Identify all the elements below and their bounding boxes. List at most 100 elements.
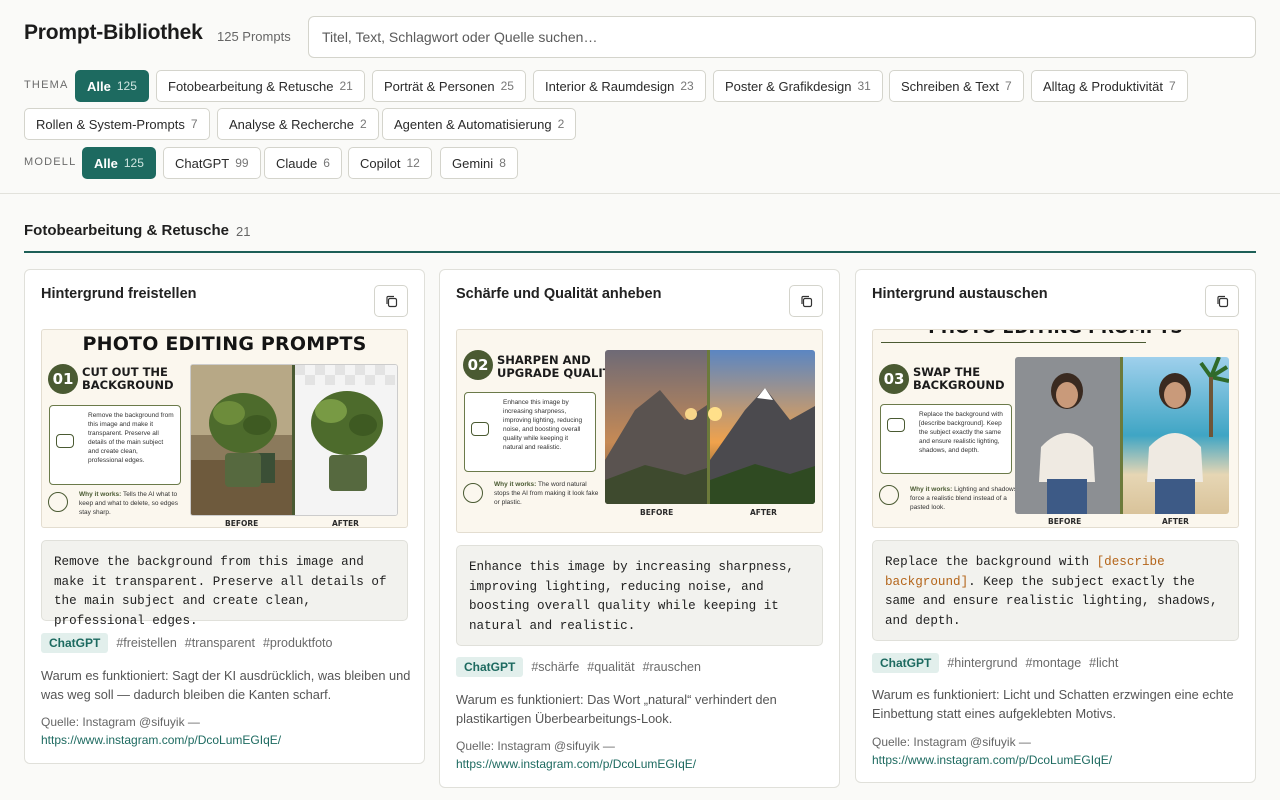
prompt-text[interactable]: Remove the background from this image an…	[41, 540, 408, 628]
chip-label: Analyse & Recherche	[229, 116, 355, 132]
tag[interactable]: #produktfoto	[263, 636, 333, 650]
step-title: CUT OUT THE BACKGROUND	[82, 366, 174, 392]
tag[interactable]: #freistellen	[116, 636, 176, 650]
theme-chip-alltag[interactable]: Alltag & Produktivität 7	[1031, 70, 1188, 102]
tag-row: ChatGPT #hintergrund #montage #licht	[872, 653, 1118, 673]
theme-chip-poster[interactable]: Poster & Grafikdesign 31	[713, 70, 883, 102]
chip-count: 2	[557, 117, 565, 131]
source-label: Quelle: Instagram @sifuyik —	[41, 715, 200, 729]
prompt-text[interactable]: Enhance this image by increasing sharpne…	[456, 545, 823, 646]
chip-count: 2	[360, 117, 367, 131]
chip-label: Claude	[276, 155, 318, 171]
page-title: Prompt-Bibliothek	[24, 21, 203, 44]
model-chip-gemini[interactable]: Gemini 8	[440, 147, 518, 179]
theme-chip-agenten[interactable]: Agenten & Automatisierung 2	[382, 108, 577, 140]
example-thumbnail: PHOTO EDITING PROMPTS 03 SWAP THEBACKGRO…	[872, 329, 1239, 528]
step-title-line: BACKGROUND	[913, 378, 1005, 392]
theme-chip-fotobearbeitung[interactable]: Fotobearbeitung & Retusche 21	[156, 70, 365, 102]
tag[interactable]: #transparent	[185, 636, 255, 650]
model-badge: ChatGPT	[456, 657, 524, 677]
source-link[interactable]: https://www.instagram.com/p/DcoLumEGIqE/	[456, 757, 696, 771]
theme-chip-rollen[interactable]: Rollen & System-Prompts 7	[24, 108, 210, 140]
theme-chip-interior[interactable]: Interior & Raumdesign 23	[533, 70, 706, 102]
theme-chip-all[interactable]: Alle 125	[75, 70, 149, 102]
thumb-prompt: Replace the background with [describe ba…	[880, 404, 1012, 474]
after-caption: AFTER	[1162, 517, 1189, 526]
chip-label: Alle	[87, 78, 111, 94]
model-chip-claude[interactable]: Claude 6	[264, 147, 342, 179]
prompt-card: Schärfe und Qualität anheben 02 SHARPEN …	[439, 269, 840, 788]
prompt-text[interactable]: Replace the background with [describe ba…	[872, 540, 1239, 641]
theme-chip-portraet[interactable]: Porträt & Personen 25	[372, 70, 526, 102]
chip-count: 12	[406, 156, 420, 170]
chip-label: Agenten & Automatisierung	[394, 116, 552, 132]
model-chip-chatgpt[interactable]: ChatGPT 99	[163, 147, 261, 179]
source-label: Quelle: Instagram @sifuyik —	[456, 739, 615, 753]
section-divider	[24, 251, 1256, 253]
copy-icon	[800, 295, 812, 307]
thumb-heading: PHOTO EDITING PROMPTS	[873, 330, 1238, 338]
card-title: Schärfe und Qualität anheben	[456, 286, 662, 302]
source-link[interactable]: https://www.instagram.com/p/DcoLumEGIqE/	[872, 753, 1112, 767]
chip-count: 7	[1005, 79, 1012, 93]
tag-row: ChatGPT #schärfe #qualität #rauschen	[456, 657, 701, 677]
prompt-count: 125 Prompts	[217, 29, 291, 44]
theme-filter-label: THEMA	[24, 79, 69, 91]
header: Prompt-Bibliothek 125 Prompts THEMA Alle…	[0, 0, 1280, 194]
tag[interactable]: #montage	[1026, 656, 1082, 670]
before-after-image	[1015, 357, 1229, 514]
portrait-photo-illustration	[1015, 357, 1229, 514]
step-number: 01	[48, 364, 78, 394]
chip-count: 25	[500, 79, 514, 93]
chip-label: Schreiben & Text	[901, 78, 1000, 94]
source: Quelle: Instagram @sifuyik — https://www…	[456, 737, 696, 773]
chip-count: 125	[123, 156, 144, 170]
tag[interactable]: #schärfe	[531, 660, 579, 674]
copy-icon	[1216, 295, 1228, 307]
copy-button[interactable]	[374, 285, 408, 317]
chip-count: 7	[1168, 79, 1176, 93]
theme-chip-schreiben[interactable]: Schreiben & Text 7	[889, 70, 1024, 102]
chip-label: Poster & Grafikdesign	[725, 78, 852, 94]
prompt-card: Hintergrund freistellen PHOTO EDITING PR…	[24, 269, 425, 764]
chip-count: 99	[235, 156, 249, 170]
tag[interactable]: #hintergrund	[947, 656, 1017, 670]
tag[interactable]: #qualität	[587, 660, 634, 674]
chip-label: ChatGPT	[175, 155, 230, 171]
copy-button[interactable]	[789, 285, 823, 317]
theme-chip-analyse[interactable]: Analyse & Recherche 2	[217, 108, 379, 140]
thumb-rule	[881, 342, 1146, 343]
card-title: Hintergrund freistellen	[41, 286, 197, 302]
thumb-why: Why it works: Lighting and shadows force…	[880, 485, 1020, 512]
chip-count: 21	[339, 79, 353, 93]
why-it-works: Warum es funktioniert: Sagt der KI ausdr…	[41, 668, 411, 702]
chat-bubble-icon	[56, 434, 74, 448]
thumb-why: Why it works: The word natural stops the…	[464, 480, 604, 507]
tag-row: ChatGPT #freistellen #transparent #produ…	[41, 633, 332, 653]
source-label: Quelle: Instagram @sifuyik —	[872, 735, 1031, 749]
thumb-heading: PHOTO EDITING PROMPTS	[82, 333, 367, 355]
before-caption: BEFORE	[1048, 517, 1082, 526]
example-thumbnail: PHOTO EDITING PROMPTS 01 CUT OUT THE BACK…	[41, 329, 408, 528]
model-chip-all[interactable]: Alle 125	[82, 147, 156, 179]
card-title: Hintergrund austauschen	[872, 286, 1048, 302]
step-title-line: UPGRADE QUALITY	[497, 366, 619, 380]
tag[interactable]: #rauschen	[643, 660, 701, 674]
before-after-image	[190, 364, 398, 516]
model-chip-copilot[interactable]: Copilot 12	[348, 147, 432, 179]
chat-bubble-icon	[887, 418, 905, 432]
tag[interactable]: #licht	[1089, 656, 1118, 670]
after-caption: AFTER	[332, 519, 359, 528]
chip-label: Porträt & Personen	[384, 78, 495, 94]
why-label: Why it works:	[910, 486, 953, 493]
copy-button[interactable]	[1205, 285, 1239, 317]
mountain-photo-illustration	[605, 350, 815, 504]
chip-count: 6	[323, 156, 330, 170]
model-filter-label: MODELL	[24, 156, 77, 168]
chip-label: Interior & Raumdesign	[545, 78, 675, 94]
source-link[interactable]: https://www.instagram.com/p/DcoLumEGIqE/	[41, 733, 281, 747]
search-input[interactable]	[308, 16, 1256, 58]
copy-icon	[385, 295, 397, 307]
step-title: SHARPEN AND UPGRADE QUALITY	[497, 354, 619, 380]
why-it-works: Warum es funktioniert: Das Wort „natural…	[456, 692, 777, 726]
